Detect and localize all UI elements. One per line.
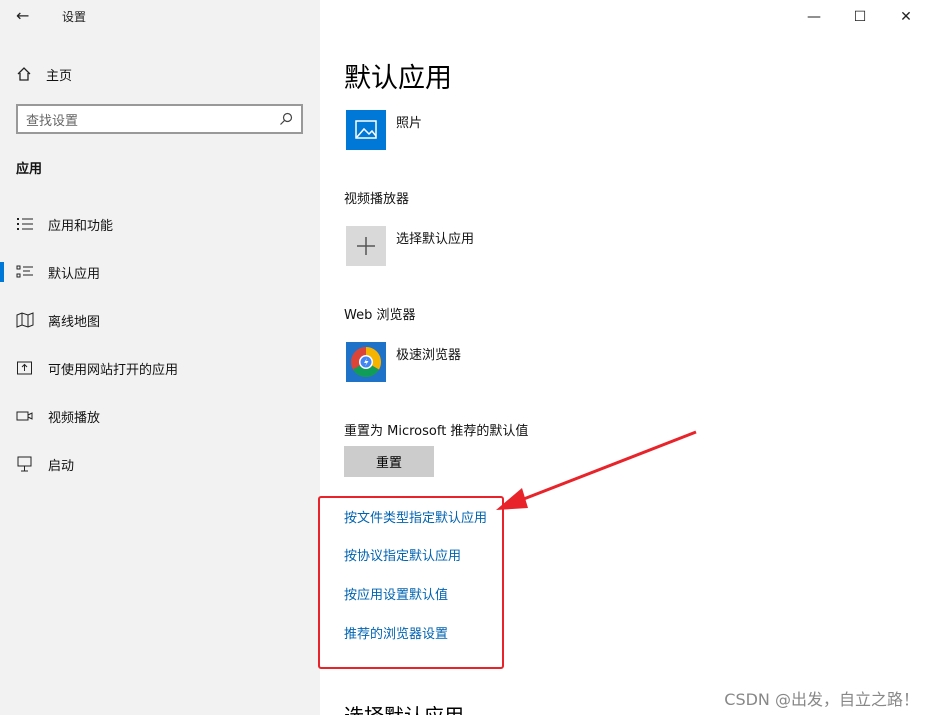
video-player-heading: 视频播放器 bbox=[344, 192, 410, 207]
list-icon bbox=[17, 218, 33, 230]
sidebar: ← 设置 主页 查找设置 应用 应用和功能 默认应用 离线地图 可使用网站打开的… bbox=[0, 0, 320, 715]
choose-default-apps-heading: 选择默认应用 bbox=[344, 700, 464, 715]
search-input[interactable]: 查找设置 bbox=[16, 104, 303, 134]
close-icon[interactable]: ✕ bbox=[883, 6, 929, 28]
minimize-icon[interactable]: — bbox=[791, 6, 837, 28]
section-title: 应用 bbox=[16, 162, 43, 177]
search-placeholder: 查找设置 bbox=[26, 113, 79, 129]
annotation-arrow-icon bbox=[496, 430, 697, 510]
sidebar-item-label: 可使用网站打开的应用 bbox=[48, 362, 179, 378]
plus-icon bbox=[346, 226, 386, 266]
sidebar-item-label: 默认应用 bbox=[48, 266, 101, 282]
home-label: 主页 bbox=[46, 68, 73, 84]
sidebar-item-label: 应用和功能 bbox=[48, 218, 114, 234]
home-link[interactable]: 主页 bbox=[16, 64, 72, 84]
sidebar-item-video-playback[interactable]: 视频播放 bbox=[16, 406, 316, 426]
home-icon bbox=[17, 67, 31, 81]
browser-default-app[interactable]: 极速浏览器 bbox=[346, 342, 461, 382]
sidebar-item-website-apps[interactable]: 可使用网站打开的应用 bbox=[16, 358, 316, 378]
sidebar-item-offline-maps[interactable]: 离线地图 bbox=[16, 310, 316, 330]
photos-app-icon bbox=[346, 110, 386, 150]
sidebar-item-default-apps[interactable]: 默认应用 bbox=[16, 262, 316, 282]
sidebar-item-label: 离线地图 bbox=[48, 314, 101, 330]
startup-icon bbox=[17, 456, 32, 472]
video-icon bbox=[16, 411, 33, 421]
photo-default-app[interactable]: 照片 bbox=[346, 110, 422, 150]
active-indicator bbox=[0, 262, 4, 282]
search-icon[interactable] bbox=[279, 112, 293, 126]
sidebar-item-apps-features[interactable]: 应用和功能 bbox=[16, 214, 316, 234]
window-title: 设置 bbox=[62, 10, 87, 24]
website-apps-icon bbox=[17, 361, 32, 375]
video-app-name: 选择默认应用 bbox=[396, 232, 475, 247]
sidebar-item-startup[interactable]: 启动 bbox=[16, 454, 316, 474]
page-title: 默认应用 bbox=[344, 63, 452, 94]
default-apps-icon bbox=[16, 265, 33, 278]
annotation-highlight-box bbox=[318, 496, 504, 669]
web-browser-heading: Web 浏览器 bbox=[344, 308, 416, 323]
browser-app-name: 极速浏览器 bbox=[396, 348, 462, 363]
window-controls: — ☐ ✕ bbox=[791, 6, 929, 28]
maximize-icon[interactable]: ☐ bbox=[837, 6, 883, 28]
sidebar-item-label: 启动 bbox=[48, 458, 75, 474]
watermark: CSDN @出发，自立之路！ bbox=[724, 690, 919, 709]
browser-app-icon bbox=[346, 342, 386, 382]
photo-app-name: 照片 bbox=[396, 116, 423, 131]
sidebar-item-label: 视频播放 bbox=[48, 410, 101, 426]
back-arrow-icon[interactable]: ← bbox=[16, 6, 36, 26]
reset-button[interactable]: 重置 bbox=[344, 446, 434, 477]
video-default-app[interactable]: 选择默认应用 bbox=[346, 226, 474, 266]
map-icon bbox=[16, 312, 34, 328]
